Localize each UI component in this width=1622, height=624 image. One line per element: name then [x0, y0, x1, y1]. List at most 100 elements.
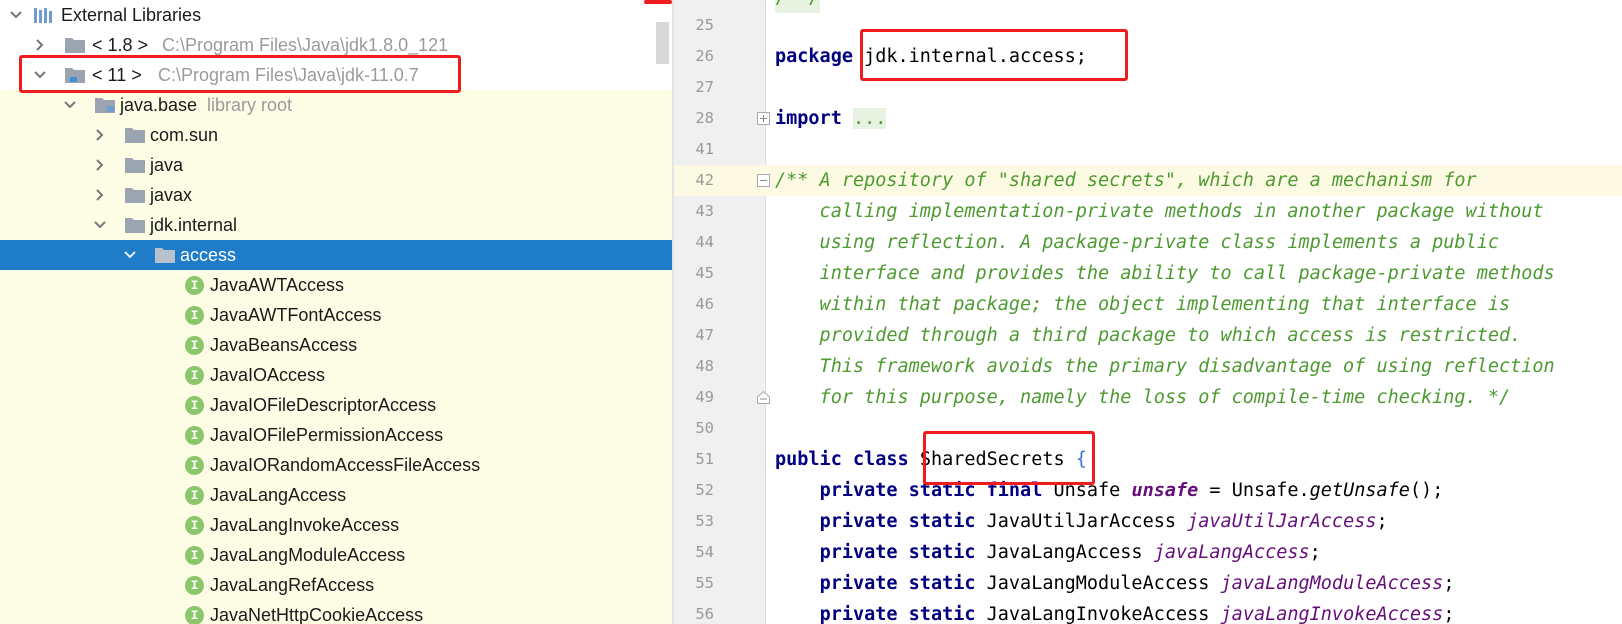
chevron-down-icon[interactable] — [60, 95, 80, 115]
field-name: javaLangAccess — [1153, 542, 1310, 563]
line-number: 45 — [695, 264, 714, 282]
chevron-right-icon[interactable] — [90, 155, 110, 175]
keyword-import: import — [775, 108, 842, 129]
field-type: JavaLangAccess — [986, 542, 1143, 563]
keyword-private: private — [819, 480, 898, 501]
interface-label: JavaAWTAccess — [210, 275, 345, 295]
tree-label: java.base — [120, 95, 198, 115]
tree-label: com.sun — [150, 125, 219, 145]
tree-row-java[interactable]: java — [0, 150, 672, 180]
tree-row-interface[interactable]: I JavaIORandomAccessFileAccess — [0, 450, 672, 480]
code-line: 47 provided through a third package to w… — [674, 320, 1622, 351]
annotation-box-jdk11 — [19, 55, 461, 93]
annotation-box-class-name — [923, 431, 1095, 485]
line-number: 56 — [695, 605, 714, 623]
tree-row-javax[interactable]: javax — [0, 180, 672, 210]
doc-comment-line: interface and provides the ability to ca… — [775, 263, 1555, 284]
fold-plus-icon[interactable] — [757, 112, 770, 125]
chevron-right-icon[interactable] — [30, 35, 50, 55]
tree-row-interface[interactable]: I JavaIOFileDescriptorAccess — [0, 390, 672, 420]
code-editor[interactable]: /**/ 25 26 package jdk.internal.access; … — [674, 0, 1622, 624]
doc-comment-line: for this purpose, namely the loss of com… — [775, 387, 1511, 408]
interface-icon: I — [185, 306, 204, 325]
tree-row-interface[interactable]: I JavaLangInvokeAccess — [0, 510, 672, 540]
tree-row-access-selected[interactable]: access — [0, 240, 672, 270]
fold-end-icon[interactable] — [757, 390, 770, 404]
interface-icon: I — [185, 276, 204, 295]
code-line: 50 — [674, 413, 1622, 444]
line-number: 54 — [695, 543, 714, 561]
field-name: unsafe — [1131, 480, 1199, 501]
chevron-down-icon[interactable] — [120, 245, 140, 265]
code-line: 25 — [674, 10, 1622, 41]
field-name: javaUtilJarAccess — [1187, 511, 1377, 532]
tree-row-interface[interactable]: I JavaAWTAccess — [0, 270, 672, 300]
tree-row-interface[interactable]: I JavaIOAccess — [0, 360, 672, 390]
field-type: JavaLangModuleAccess — [986, 573, 1210, 594]
chevron-right-icon[interactable] — [90, 185, 110, 205]
doc-comment-line: using reflection. A package-private clas… — [775, 232, 1499, 253]
line-number: 26 — [695, 47, 714, 65]
code-line-class: 51 public class SharedSecrets { — [674, 444, 1622, 475]
tree-row-jdk-internal[interactable]: jdk.internal — [0, 210, 672, 240]
line-number: 41 — [695, 140, 714, 158]
code-line: 43 calling implementation-private method… — [674, 196, 1622, 227]
doc-comment-line: This framework avoids the primary disadv… — [775, 356, 1555, 377]
keyword-private: private — [819, 604, 898, 624]
interface-icon: I — [185, 576, 204, 595]
interface-icon: I — [185, 546, 204, 565]
doc-comment-line: calling implementation-private methods i… — [775, 201, 1544, 222]
semicolon: ; — [1309, 542, 1321, 563]
tree-row-interface[interactable]: I JavaLangRefAccess — [0, 570, 672, 600]
tree-row-java-base[interactable]: java.base library root — [0, 90, 672, 120]
keyword-public: public — [775, 449, 842, 470]
tree-row-com-sun[interactable]: com.sun — [0, 120, 672, 150]
tree-row-interface[interactable]: I JavaLangAccess — [0, 480, 672, 510]
interface-label: JavaLangRefAccess — [210, 575, 375, 595]
interface-label: JavaLangAccess — [210, 485, 347, 505]
library-root-note: library root — [207, 95, 293, 115]
interface-label: JavaIORandomAccessFileAccess — [210, 455, 481, 475]
keyword-static: static — [908, 511, 976, 532]
library-icon — [32, 6, 54, 24]
import-fold[interactable]: ... — [852, 108, 887, 129]
line-number: 52 — [695, 481, 714, 499]
fold-minus-icon[interactable] — [757, 174, 770, 187]
code-line: 49 for this purpose, namely the loss of … — [674, 382, 1622, 413]
tree-row-interface[interactable]: I JavaNetHttpCookieAccess — [0, 600, 672, 624]
interface-icon: I — [185, 456, 204, 475]
interface-icon: I — [185, 336, 204, 355]
line-number: 49 — [695, 388, 714, 406]
chevron-down-icon[interactable] — [90, 215, 110, 235]
code-line-field: 53 private static JavaUtilJarAccess java… — [674, 506, 1622, 537]
chevron-down-icon[interactable] — [6, 5, 26, 25]
line-number: 48 — [695, 357, 714, 375]
chevron-right-icon[interactable] — [90, 125, 110, 145]
line-number: 47 — [695, 326, 714, 344]
keyword-static: static — [908, 604, 976, 624]
tree-row-interface[interactable]: I JavaLangModuleAccess — [0, 540, 672, 570]
keyword-private: private — [819, 573, 898, 594]
doc-comment-line: within that package; the object implemen… — [775, 294, 1511, 315]
interface-label: JavaBeansAccess — [210, 335, 358, 355]
module-folder-icon — [94, 96, 116, 114]
interface-label: JavaAWTFontAccess — [210, 305, 382, 325]
semicolon: ; — [1376, 511, 1388, 532]
tree-row-interface[interactable]: I JavaBeansAccess — [0, 330, 672, 360]
interface-label: JavaIOFilePermissionAccess — [210, 425, 444, 445]
code-line-field: 52 private static final Unsafe unsafe = … — [674, 475, 1622, 506]
line-number: 25 — [695, 16, 714, 34]
semicolon: ; — [1443, 604, 1455, 624]
scrollbar-thumb[interactable] — [656, 22, 669, 64]
field-type: JavaLangInvokeAccess — [986, 604, 1210, 624]
interface-icon: I — [185, 426, 204, 445]
tree-label: External Libraries — [61, 5, 202, 25]
code-line: 45 interface and provides the ability to… — [674, 258, 1622, 289]
tree-row-interface[interactable]: I JavaAWTFontAccess — [0, 300, 672, 330]
annotation-box-package — [860, 29, 1128, 81]
code-line-field: 55 private static JavaLangModuleAccess j… — [674, 568, 1622, 599]
annotation-box-fragment — [644, 0, 672, 4]
tree-row-interface[interactable]: I JavaIOFilePermissionAccess — [0, 420, 672, 450]
method-call: getUnsafe — [1309, 480, 1410, 501]
tree-row-external-libraries[interactable]: External Libraries — [0, 0, 672, 30]
